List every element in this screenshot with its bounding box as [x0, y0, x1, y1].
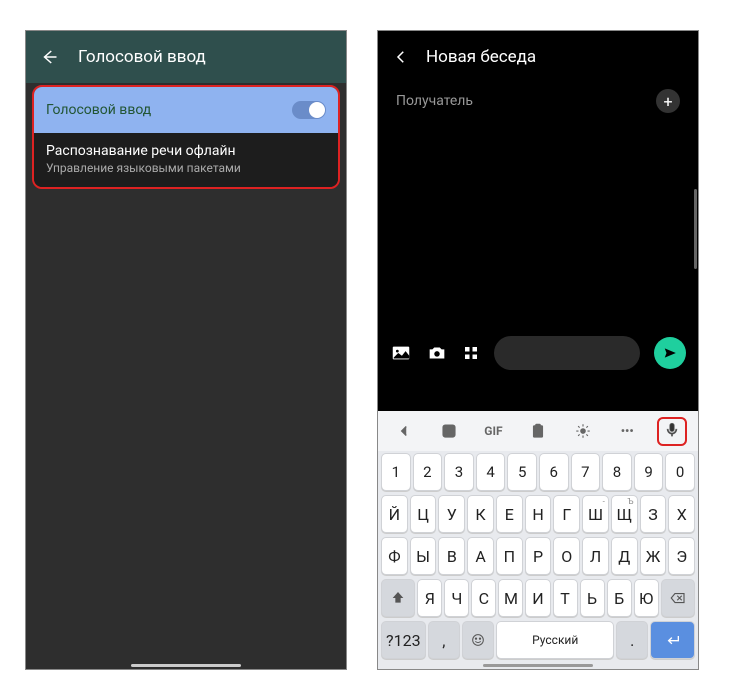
key-shift[interactable]	[381, 579, 415, 617]
key-И[interactable]: И	[525, 579, 550, 617]
key-enter[interactable]	[650, 621, 695, 659]
key-4[interactable]: 4	[476, 453, 506, 491]
key-8[interactable]: 8	[602, 453, 632, 491]
voice-input-label: Голосовой ввод	[46, 102, 151, 118]
more-dots[interactable]: •••	[607, 424, 648, 438]
nav-handle[interactable]	[131, 664, 241, 667]
app-bar: Голосовой ввод	[26, 31, 346, 83]
key-Ш[interactable]: Ш-	[582, 495, 609, 533]
key-5[interactable]: 5	[507, 453, 537, 491]
nav-handle[interactable]	[483, 664, 593, 667]
key-Э[interactable]: Э	[668, 537, 695, 575]
key-О[interactable]: О	[553, 537, 580, 575]
key-7[interactable]: 7	[571, 453, 601, 491]
kb-bottom-row: ?123 , Русский .	[378, 619, 698, 661]
key-Ч[interactable]: Ч	[444, 579, 469, 617]
offline-recognition-row[interactable]: Распознавание речи офлайн Управление язы…	[34, 133, 338, 187]
key-Ж[interactable]: Ж	[640, 537, 667, 575]
voice-input-toggle[interactable]	[292, 101, 326, 119]
highlighted-settings: Голосовой ввод Распознавание речи офлайн…	[32, 85, 340, 189]
key-Д[interactable]: Д	[611, 537, 638, 575]
key-С[interactable]: С	[471, 579, 496, 617]
key-6[interactable]: 6	[539, 453, 569, 491]
key-М[interactable]: М	[498, 579, 523, 617]
key-Е[interactable]: Е	[496, 495, 523, 533]
key-mode[interactable]: ?123	[381, 621, 426, 659]
gif-button[interactable]: GIF	[473, 424, 514, 438]
key-Р[interactable]: Р	[525, 537, 552, 575]
key-9[interactable]: 9	[634, 453, 664, 491]
key-Щ[interactable]: ЩЪ	[611, 495, 638, 533]
key-З[interactable]: З	[640, 495, 667, 533]
conversation-header: Новая беседа	[378, 31, 698, 83]
key-period[interactable]: .	[616, 621, 648, 659]
kb-row-1: ЙЦУКЕНГШ-ЩЪЗХ	[378, 493, 698, 535]
kb-row-3: ЯЧСМИТЬБЮ	[378, 577, 698, 619]
offline-title: Распознавание речи офлайн	[46, 143, 326, 159]
key-Г[interactable]: Г	[553, 495, 580, 533]
key-backspace[interactable]	[661, 579, 695, 617]
key-Б[interactable]: Б	[607, 579, 632, 617]
clipboard-icon[interactable]	[518, 422, 559, 440]
key-П[interactable]: П	[496, 537, 523, 575]
key-space[interactable]: Русский	[496, 621, 614, 659]
keyboard-toolbar: GIF •••	[378, 411, 698, 451]
settings-gear-icon[interactable]	[562, 422, 603, 440]
back-arrow-icon[interactable]	[40, 48, 58, 66]
key-Ц[interactable]: Ц	[410, 495, 437, 533]
phone-messaging: Новая беседа Получатель + GIF ••• 123456…	[377, 30, 699, 670]
key-comma[interactable]: ,	[428, 621, 460, 659]
key-3[interactable]: 3	[444, 453, 474, 491]
sticker-icon[interactable]	[429, 422, 470, 440]
add-recipient-button[interactable]: +	[656, 89, 680, 113]
mic-button-highlight[interactable]	[651, 417, 692, 446]
kb-row-2: ФЫВАПРОЛДЖЭ	[378, 535, 698, 577]
apps-icon[interactable]	[462, 344, 480, 362]
key-А[interactable]: А	[467, 537, 494, 575]
kb-number-row: 1234567890	[378, 451, 698, 493]
recipient-placeholder: Получатель	[396, 93, 473, 109]
key-2[interactable]: 2	[413, 453, 443, 491]
kb-collapse-icon[interactable]	[384, 422, 425, 440]
camera-icon[interactable]	[426, 342, 448, 364]
key-Ю[interactable]: Ю	[634, 579, 659, 617]
voice-input-row[interactable]: Голосовой ввод	[34, 87, 338, 133]
recipient-row[interactable]: Получатель +	[378, 83, 698, 121]
key-Й[interactable]: Й	[381, 495, 408, 533]
key-emoji[interactable]	[462, 621, 494, 659]
compose-bar	[378, 336, 698, 370]
page-title: Голосовой ввод	[78, 47, 206, 67]
message-input[interactable]	[494, 336, 640, 370]
key-1[interactable]: 1	[381, 453, 411, 491]
conversation-title: Новая беседа	[426, 47, 536, 67]
back-chevron-icon[interactable]	[392, 48, 410, 66]
send-icon	[663, 346, 677, 360]
key-В[interactable]: В	[438, 537, 465, 575]
image-icon[interactable]	[390, 342, 412, 364]
key-Я[interactable]: Я	[417, 579, 442, 617]
offline-subtitle: Управление языковыми пакетами	[46, 161, 326, 175]
key-Н[interactable]: Н	[525, 495, 552, 533]
send-button[interactable]	[654, 337, 686, 369]
scroll-indicator	[694, 189, 697, 269]
key-Ь[interactable]: Ь	[580, 579, 605, 617]
keyboard: GIF ••• 1234567890 ЙЦУКЕНГШ-ЩЪЗХ ФЫВАПРО…	[378, 411, 698, 669]
mic-icon	[663, 421, 681, 439]
key-Т[interactable]: Т	[553, 579, 578, 617]
key-Ы[interactable]: Ы	[410, 537, 437, 575]
key-К[interactable]: К	[467, 495, 494, 533]
key-Л[interactable]: Л	[582, 537, 609, 575]
phone-settings: Голосовой ввод Голосовой ввод Распознава…	[25, 30, 347, 670]
key-У[interactable]: У	[438, 495, 465, 533]
key-Ф[interactable]: Ф	[381, 537, 408, 575]
key-0[interactable]: 0	[665, 453, 695, 491]
key-Х[interactable]: Х	[668, 495, 695, 533]
